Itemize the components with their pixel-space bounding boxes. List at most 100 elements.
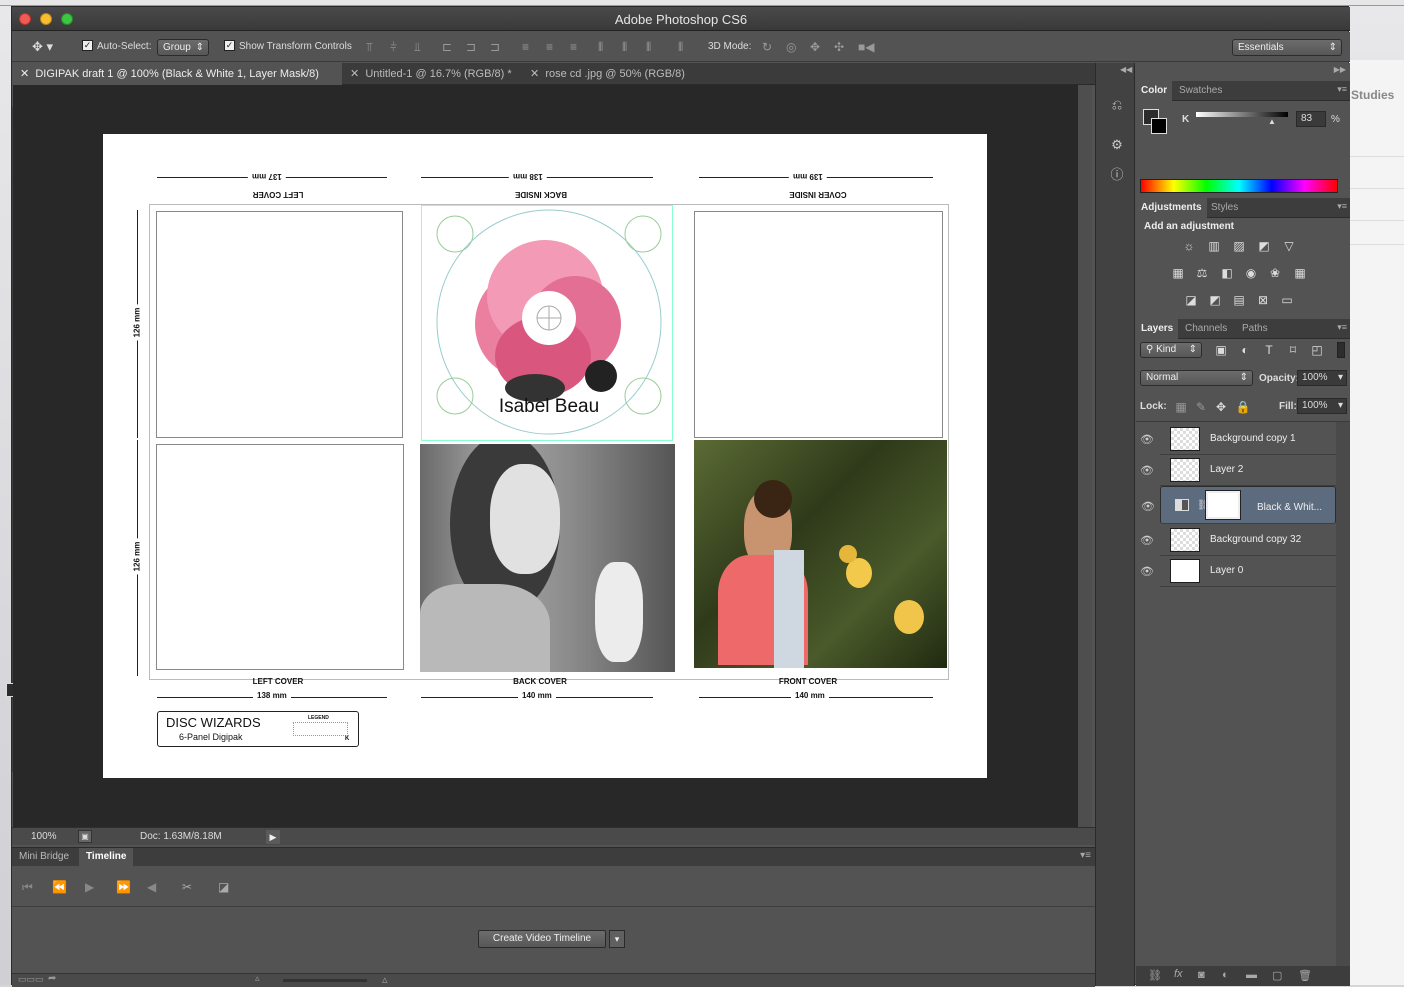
layer-row[interactable]: 👁 Layer 2 — [1140, 455, 1336, 486]
tab-styles[interactable]: Styles — [1206, 198, 1243, 218]
tab-channels[interactable]: Channels — [1180, 319, 1232, 339]
color-balance-icon[interactable]: ⚖ — [1193, 265, 1211, 281]
color-lookup-icon[interactable]: ▦ — [1291, 265, 1309, 281]
k-value-field[interactable]: 83 — [1296, 111, 1326, 127]
3d-pan-icon[interactable]: ✥ — [810, 40, 820, 54]
new-adjustment-icon[interactable]: ◐ — [1222, 969, 1229, 981]
opacity-field[interactable]: 100% ▾ — [1297, 370, 1347, 386]
split-icon[interactable]: ✂ — [182, 880, 192, 894]
zoom-level[interactable]: 100% — [31, 831, 57, 842]
go-to-previous-frame-icon[interactable]: ⏪ — [52, 880, 67, 894]
vibrance-icon[interactable]: ▽ — [1280, 238, 1298, 254]
convert-icon[interactable]: ➦ — [48, 973, 56, 984]
distribute-left-icon[interactable]: ⦀ — [598, 40, 603, 54]
auto-select-checkbox[interactable]: ✓ — [82, 40, 93, 51]
visibility-eye-icon[interactable]: 👁 — [1140, 464, 1154, 477]
layer-row[interactable]: 👁 Layer 0 — [1140, 556, 1336, 587]
timeline-zoom-slider[interactable] — [283, 979, 367, 982]
filter-adjustment-icon[interactable]: ◐ — [1236, 342, 1254, 358]
curves-icon[interactable]: ▨ — [1230, 238, 1248, 254]
close-tab-icon[interactable]: ✕ — [530, 68, 539, 80]
align-top-icon[interactable]: ⫪ — [366, 40, 373, 54]
distribute-vcenter-icon[interactable]: ≡ — [546, 40, 553, 54]
transition-icon[interactable]: ◪ — [218, 880, 229, 894]
visibility-eye-icon[interactable]: 👁 — [1141, 499, 1155, 515]
visibility-eye-icon[interactable]: 👁 — [1140, 534, 1154, 547]
visibility-eye-icon[interactable]: 👁 — [1140, 565, 1154, 578]
zoom-out-icon[interactable]: ▵ — [255, 973, 260, 984]
align-vcenter-icon[interactable]: ⫩ — [390, 40, 397, 54]
align-left-icon[interactable]: ⊏ — [442, 40, 452, 54]
3d-scale-icon[interactable]: ■◀ — [858, 40, 874, 54]
lock-image-icon[interactable]: ✎ — [1192, 399, 1210, 415]
k-slider-thumb[interactable]: ▲ — [1268, 117, 1276, 126]
canvas-area[interactable]: 137 mm LEFT COVER 138 mm BACK INSIDE 139… — [13, 85, 1078, 827]
tab-layers[interactable]: Layers — [1136, 319, 1179, 339]
zoom-in-icon[interactable]: ▵ — [382, 973, 388, 986]
layer-filter-dropdown[interactable]: ⚲ Kind ⇕ — [1140, 342, 1202, 358]
exposure-icon[interactable]: ◩ — [1255, 238, 1273, 254]
filter-pixel-icon[interactable]: ▣ — [1212, 342, 1230, 358]
new-group-icon[interactable]: ▬ — [1246, 969, 1257, 981]
layer-row[interactable]: 👁 Background copy 1 — [1140, 424, 1336, 455]
fill-field[interactable]: 100% ▾ — [1297, 398, 1347, 414]
properties-panel-icon[interactable]: ⚙ — [1108, 136, 1126, 154]
status-export-icon[interactable]: ▣ — [78, 830, 92, 843]
black-white-icon[interactable]: ◧ — [1218, 265, 1236, 281]
history-panel-icon[interactable]: ⎌ — [1108, 96, 1126, 114]
align-right-icon[interactable]: ⊐ — [490, 40, 500, 54]
render-icon[interactable]: ▭▭▭ — [18, 974, 44, 985]
filter-shape-icon[interactable]: ⌑ — [1284, 342, 1302, 358]
filter-smart-object-icon[interactable]: ◰ — [1308, 342, 1326, 358]
tab-timeline[interactable]: Timeline — [79, 848, 134, 866]
tab-color[interactable]: Color — [1136, 81, 1173, 101]
channel-mixer-icon[interactable]: ❀ — [1266, 265, 1284, 281]
adjustments-panel-menu-icon[interactable]: ▾≡ — [1337, 201, 1347, 212]
right-panel-collapse-icon[interactable]: ▶▶ — [1334, 65, 1346, 74]
audio-icon[interactable]: ◀ — [147, 880, 156, 894]
3d-rotate-icon[interactable]: ↻ — [762, 40, 772, 54]
photo-filter-icon[interactable]: ◉ — [1242, 265, 1260, 281]
info-panel-icon[interactable]: ⓘ — [1108, 166, 1126, 184]
create-timeline-dropdown-icon[interactable]: ▾ — [609, 930, 625, 948]
new-layer-icon[interactable]: ▢ — [1272, 969, 1282, 982]
play-icon[interactable]: ▶ — [85, 880, 94, 894]
layers-scrollbar[interactable] — [1336, 422, 1350, 967]
timeline-panel-menu-icon[interactable]: ▾≡ — [1080, 850, 1091, 861]
brightness-contrast-icon[interactable]: ☼ — [1180, 238, 1198, 254]
tab-paths[interactable]: Paths — [1237, 319, 1273, 339]
align-bottom-icon[interactable]: ⫫ — [414, 40, 421, 54]
distribute-bottom-icon[interactable]: ≡ — [570, 40, 577, 54]
canvas-vertical-scrollbar[interactable] — [1078, 85, 1092, 839]
move-tool-preset[interactable]: ✥ ▾ — [32, 38, 53, 56]
threshold-icon[interactable]: ▤ — [1230, 292, 1248, 308]
delete-layer-icon[interactable]: 🗑 — [1298, 969, 1312, 982]
color-background-swatch[interactable] — [1151, 118, 1167, 134]
tab-swatches[interactable]: Swatches — [1174, 81, 1227, 101]
color-spectrum-ramp[interactable] — [1140, 179, 1338, 193]
align-hcenter-icon[interactable]: ⊐ — [466, 40, 476, 54]
visibility-eye-icon[interactable]: 👁 — [1140, 433, 1154, 446]
layer-row[interactable]: 👁 Background copy 32 — [1140, 525, 1336, 556]
workspace-switcher[interactable]: Essentials ⇕ — [1232, 39, 1342, 56]
filter-type-icon[interactable]: T — [1260, 342, 1278, 358]
levels-icon[interactable]: ▥ — [1205, 238, 1223, 254]
tab-adjustments[interactable]: Adjustments — [1136, 198, 1207, 218]
gradient-map-icon[interactable]: ▭ — [1278, 292, 1296, 308]
selective-color-icon[interactable]: ⊠ — [1254, 292, 1272, 308]
close-tab-icon[interactable]: ✕ — [20, 68, 29, 80]
tab-rose-cd[interactable]: ✕ rose cd .jpg @ 50% (RGB/8) — [522, 63, 702, 85]
layer-style-icon[interactable]: fx — [1174, 968, 1183, 980]
link-layers-icon[interactable]: ⛓ — [1148, 969, 1162, 982]
color-panel-menu-icon[interactable]: ▾≡ — [1337, 84, 1347, 95]
create-video-timeline-button[interactable]: Create Video Timeline — [478, 930, 606, 948]
lock-all-icon[interactable]: 🔒 — [1234, 399, 1252, 415]
invert-icon[interactable]: ◪ — [1182, 292, 1200, 308]
lock-transparent-icon[interactable]: ▦ — [1172, 399, 1190, 415]
layer-row[interactable]: 👁 ⛓ Black & Whit... — [1141, 486, 1336, 524]
close-tab-icon[interactable]: ✕ — [350, 68, 359, 80]
filter-toggle[interactable] — [1337, 342, 1345, 358]
layers-panel-menu-icon[interactable]: ▾≡ — [1337, 322, 1347, 333]
status-menu-arrow-icon[interactable]: ▶ — [266, 830, 280, 844]
dock-collapse-icon[interactable]: ◀◀ — [1120, 65, 1132, 74]
